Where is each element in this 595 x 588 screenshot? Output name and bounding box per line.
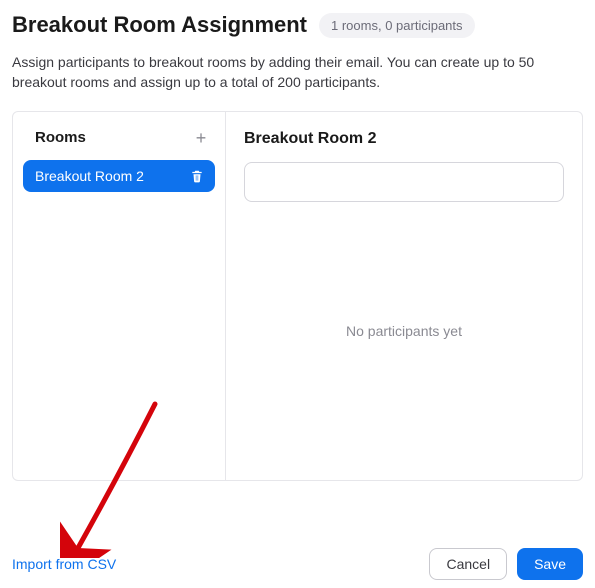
- add-room-button[interactable]: +: [191, 128, 211, 148]
- sidebar-header: Rooms +: [23, 128, 215, 160]
- room-list-item[interactable]: Breakout Room 2: [23, 160, 215, 192]
- footer-buttons: Cancel Save: [429, 548, 583, 580]
- page-header: Breakout Room Assignment 1 rooms, 0 part…: [12, 12, 583, 38]
- sidebar-label: Rooms: [35, 129, 86, 146]
- participant-email-input[interactable]: [244, 162, 564, 202]
- footer-bar: Import from CSV Cancel Save: [12, 548, 583, 580]
- room-count-pill: 1 rooms, 0 participants: [319, 13, 475, 38]
- import-csv-link[interactable]: Import from CSV: [12, 556, 116, 572]
- trash-icon[interactable]: [189, 168, 205, 184]
- rooms-sidebar: Rooms + Breakout Room 2: [13, 112, 226, 480]
- room-title: Breakout Room 2: [244, 130, 564, 148]
- page-container: Breakout Room Assignment 1 rooms, 0 part…: [0, 0, 595, 481]
- empty-state: No participants yet: [244, 202, 564, 480]
- save-button[interactable]: Save: [517, 548, 583, 580]
- room-detail: Breakout Room 2 No participants yet: [226, 112, 582, 480]
- room-name-label: Breakout Room 2: [35, 168, 144, 184]
- page-description: Assign participants to breakout rooms by…: [12, 52, 572, 93]
- page-title: Breakout Room Assignment: [12, 12, 307, 38]
- rooms-panel: Rooms + Breakout Room 2 Breakout Room 2 …: [12, 111, 583, 481]
- plus-icon: +: [196, 129, 207, 147]
- cancel-button[interactable]: Cancel: [429, 548, 507, 580]
